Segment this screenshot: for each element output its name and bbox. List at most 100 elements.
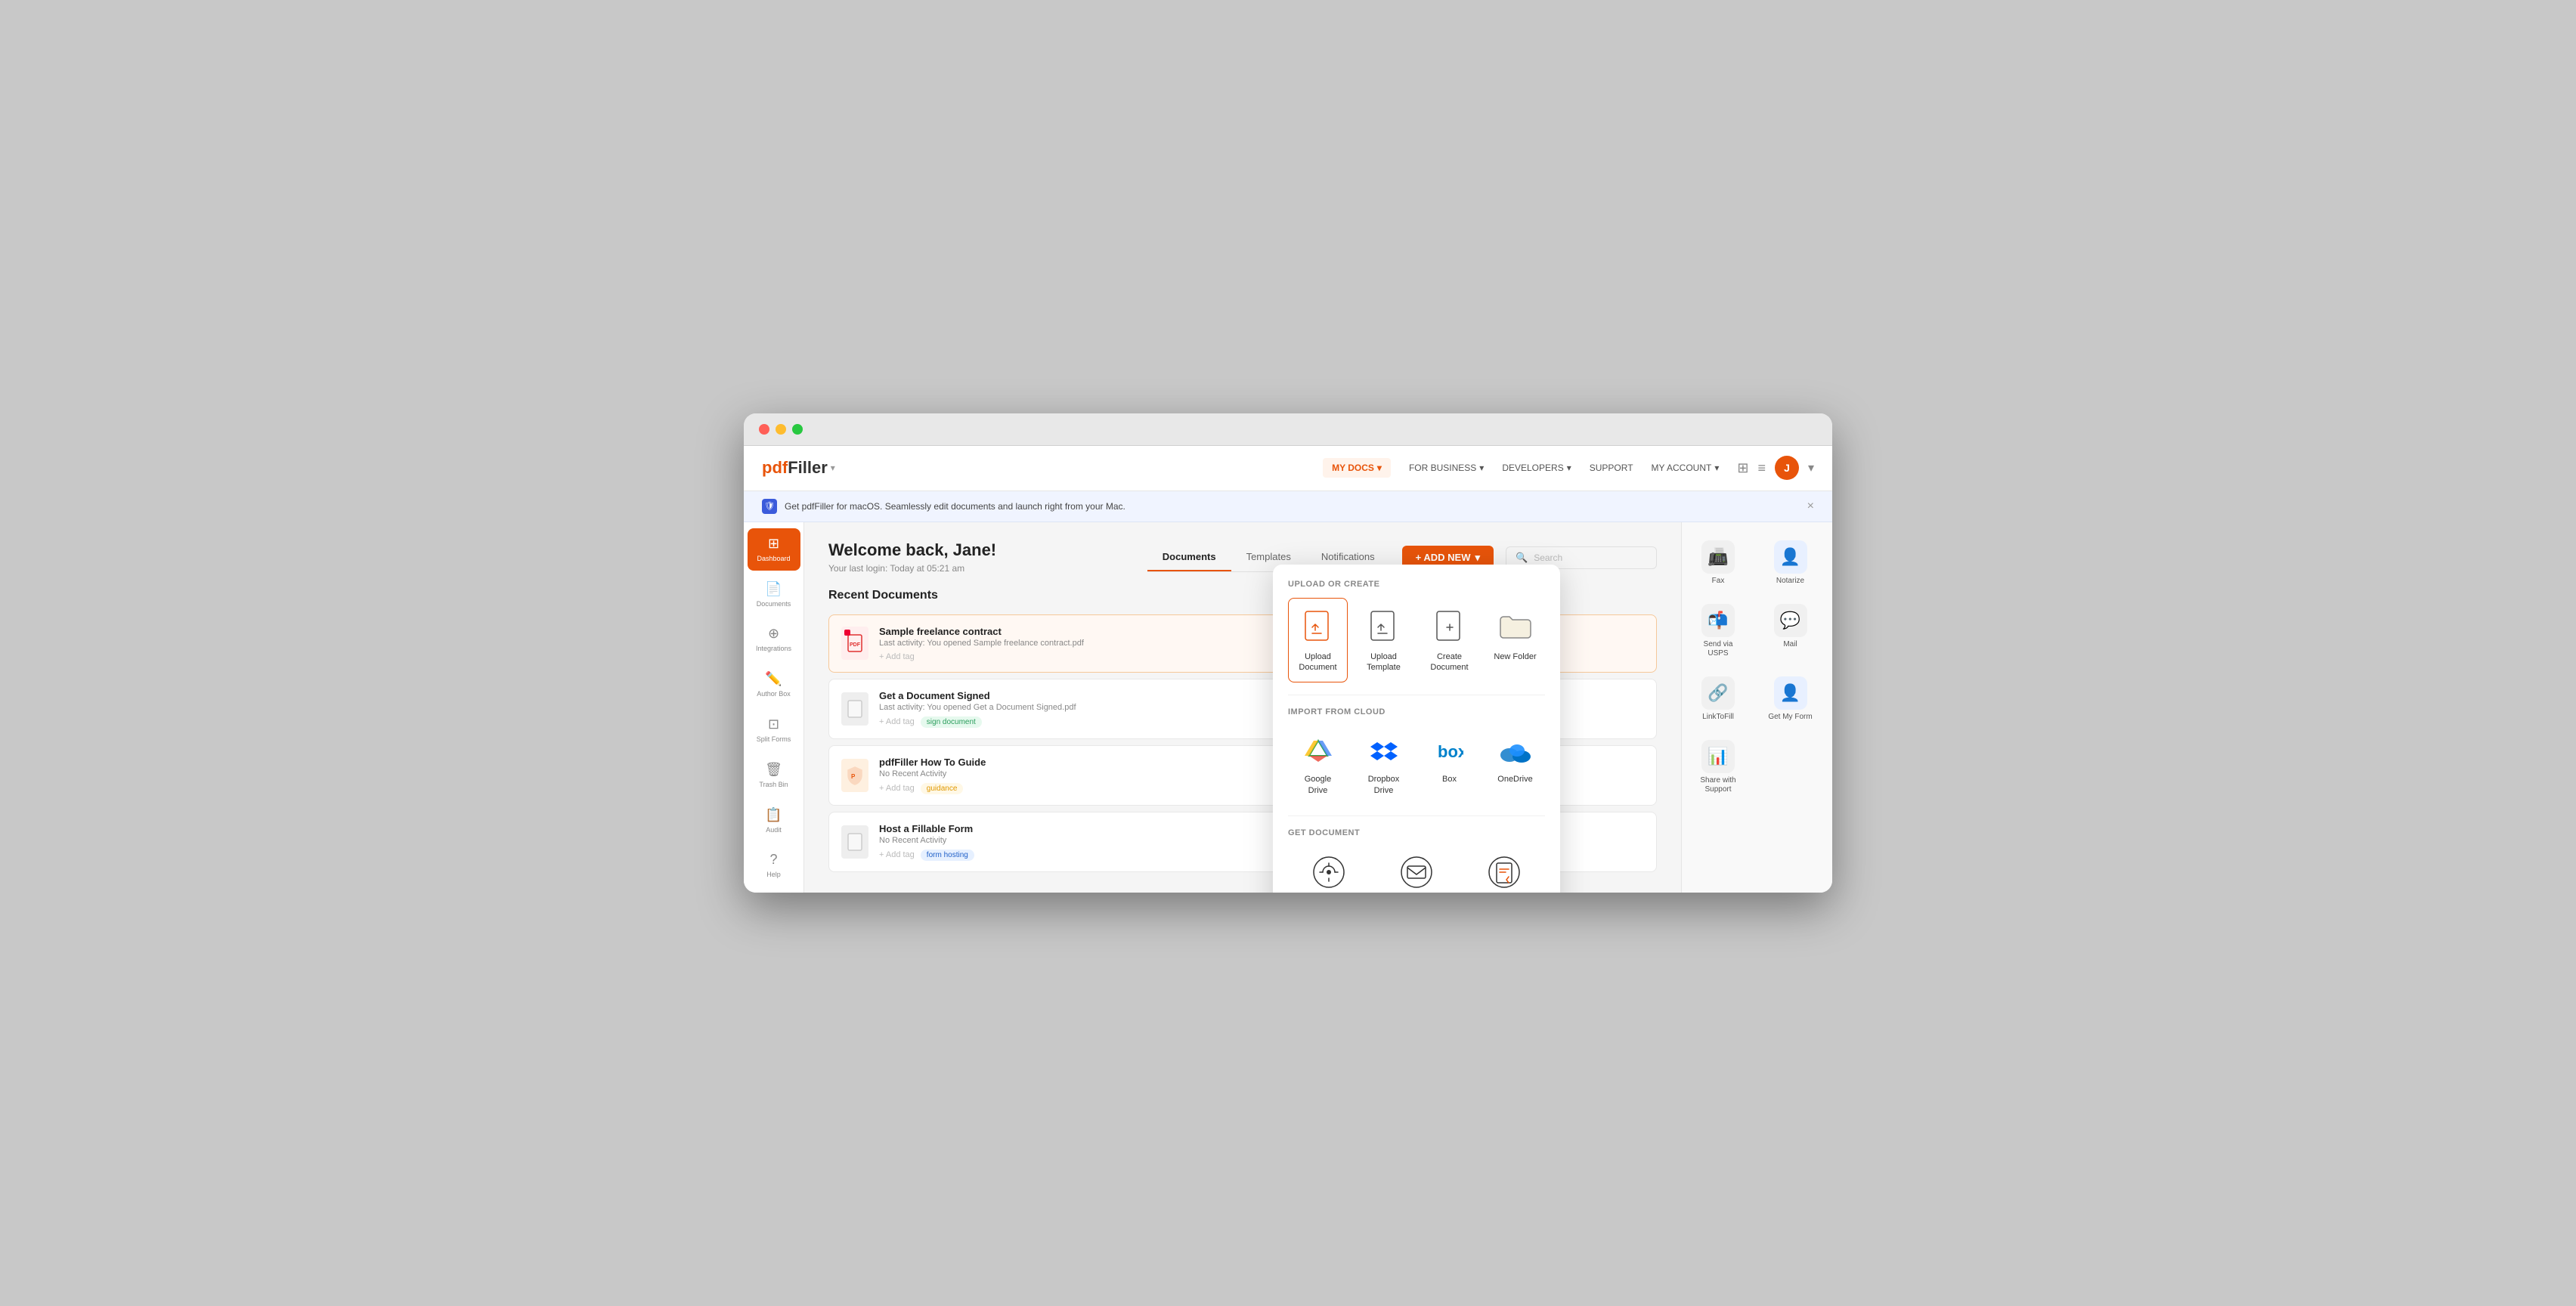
dropbox-label: Dropbox Drive bbox=[1360, 774, 1407, 796]
logo[interactable]: pdfFiller ▾ bbox=[762, 458, 835, 478]
sidebar-item-integrations[interactable]: ⊕ Integrations bbox=[748, 618, 800, 661]
nav-developers-label: DEVELOPERS bbox=[1502, 463, 1563, 473]
cloud-box[interactable]: box Box bbox=[1420, 726, 1479, 803]
nav-my-account[interactable]: MY ACCOUNT ▾ bbox=[1652, 463, 1720, 473]
rp-send-usps[interactable]: 📬 Send via USPS bbox=[1688, 598, 1748, 664]
nav-for-business-arrow: ▾ bbox=[1479, 463, 1484, 473]
help-icon: ? bbox=[769, 852, 777, 868]
nav-my-account-arrow: ▾ bbox=[1714, 463, 1719, 473]
dropdown-upload-document[interactable]: Upload Document bbox=[1288, 598, 1348, 683]
cloud-grid: Google Drive Dropbox Drive bbox=[1288, 726, 1545, 803]
logo-dropdown-icon[interactable]: ▾ bbox=[831, 463, 835, 473]
sidebar-item-trash-bin[interactable]: 🗑 Trash Bin bbox=[748, 754, 800, 797]
sidebar-item-documents[interactable]: 📄 Documents bbox=[748, 574, 800, 616]
rp-linktofill[interactable]: 🔗 LinkToFill bbox=[1688, 670, 1748, 728]
last-login: Your last login: Today at 05:21 am bbox=[828, 563, 996, 574]
integrations-icon: ⊕ bbox=[768, 626, 779, 642]
tag-link-0[interactable]: + Add tag bbox=[879, 652, 915, 661]
cloud-onedrive[interactable]: OneDrive bbox=[1485, 726, 1545, 803]
audit-icon: 📋 bbox=[765, 807, 782, 823]
avatar[interactable]: J bbox=[1775, 456, 1799, 480]
onedrive-label: OneDrive bbox=[1497, 774, 1532, 785]
dropbox-icon bbox=[1366, 733, 1402, 769]
minimize-button[interactable] bbox=[776, 424, 786, 435]
get-url-icon bbox=[1311, 854, 1347, 890]
google-drive-icon bbox=[1300, 733, 1336, 769]
upload-document-label: Upload Document bbox=[1295, 651, 1341, 673]
welcome-header: Welcome back, Jane! Your last login: Tod… bbox=[828, 540, 996, 574]
rp-get-my-form[interactable]: 👤 Get My Form bbox=[1760, 670, 1821, 728]
nav-avatar-arrow[interactable]: ▾ bbox=[1808, 460, 1814, 475]
onedrive-icon bbox=[1497, 733, 1534, 769]
sidebar-label-integrations: Integrations bbox=[756, 645, 791, 653]
browser-titlebar bbox=[744, 413, 1832, 446]
nav-my-docs-label: MY DOCS bbox=[1332, 463, 1374, 473]
banner-close-button[interactable]: × bbox=[1807, 500, 1814, 513]
right-panel-grid: 📠 Fax 👤 Notarize 📬 Send via USPS 💬 Mail bbox=[1688, 534, 1826, 800]
grid-icon[interactable]: ⊞ bbox=[1737, 460, 1748, 476]
fax-icon: 📠 bbox=[1701, 540, 1735, 574]
notarize-icon: 👤 bbox=[1774, 540, 1807, 574]
sidebar-item-split-forms[interactable]: ⊡ Split Forms bbox=[748, 709, 800, 751]
dropdown-new-folder[interactable]: New Folder bbox=[1485, 598, 1545, 683]
nav-my-docs[interactable]: MY DOCS ▾ bbox=[1323, 458, 1391, 478]
sidebar-item-audit[interactable]: 📋 Audit bbox=[748, 800, 800, 842]
fullscreen-button[interactable] bbox=[792, 424, 803, 435]
tag-badge-3: form hosting bbox=[921, 850, 974, 861]
search-icon: 🔍 bbox=[1516, 552, 1528, 564]
banner: 🛡 Get pdfFiller for macOS. Seamlessly ed… bbox=[744, 491, 1832, 522]
divider-2 bbox=[1288, 815, 1545, 816]
cloud-dropbox[interactable]: Dropbox Drive bbox=[1354, 726, 1413, 803]
request-document[interactable]: Request document bbox=[1463, 846, 1545, 893]
rp-fax[interactable]: 📠 Fax bbox=[1688, 534, 1748, 592]
get-doc-grid: Get from URL Get from emai bbox=[1288, 846, 1545, 893]
rp-share-support[interactable]: 📊 Share with Support bbox=[1688, 734, 1748, 800]
upload-document-icon bbox=[1302, 608, 1335, 647]
tag-link-1[interactable]: + Add tag bbox=[879, 717, 915, 726]
nav-developers[interactable]: DEVELOPERS ▾ bbox=[1502, 463, 1571, 473]
sidebar-label-documents: Documents bbox=[757, 600, 791, 608]
dropdown-upload-template[interactable]: Upload Template bbox=[1354, 598, 1413, 683]
tab-documents[interactable]: Documents bbox=[1147, 543, 1231, 571]
get-email-icon bbox=[1398, 854, 1435, 890]
nav-support[interactable]: SUPPORT bbox=[1590, 463, 1633, 473]
dropdown-panel: UPLOAD OR CREATE Upload Docu bbox=[1273, 565, 1560, 893]
sidebar-label-audit: Audit bbox=[766, 826, 782, 834]
get-my-form-icon: 👤 bbox=[1774, 676, 1807, 710]
split-forms-icon: ⊡ bbox=[768, 716, 779, 732]
upload-template-label: Upload Template bbox=[1361, 651, 1407, 673]
nav-for-business[interactable]: FOR BUSINESS ▾ bbox=[1409, 463, 1484, 473]
sidebar-label-dashboard: Dashboard bbox=[757, 555, 790, 563]
nav-icon-group: ⊞ ≡ J ▾ bbox=[1737, 456, 1814, 480]
content-area: Welcome back, Jane! Your last login: Tod… bbox=[804, 522, 1681, 893]
get-from-email[interactable]: Get from email bbox=[1376, 846, 1457, 893]
rp-mail[interactable]: 💬 Mail bbox=[1760, 598, 1821, 664]
get-from-url[interactable]: Get from URL bbox=[1288, 846, 1370, 893]
new-folder-label: New Folder bbox=[1494, 651, 1536, 662]
doc-thumb-3 bbox=[841, 825, 868, 859]
tag-link-2[interactable]: + Add tag bbox=[879, 784, 915, 793]
search-placeholder: Search bbox=[1534, 552, 1562, 563]
upload-create-grid: Upload Document Upload Tem bbox=[1288, 598, 1545, 683]
sidebar-item-help[interactable]: ? Help bbox=[748, 844, 800, 887]
dropdown-create-document[interactable]: Create Document bbox=[1420, 598, 1479, 683]
get-document-title: GET DOCUMENT bbox=[1288, 828, 1545, 837]
sidebar-item-dashboard[interactable]: ⊞ Dashboard bbox=[748, 528, 800, 571]
create-document-icon bbox=[1433, 608, 1466, 647]
rp-notarize[interactable]: 👤 Notarize bbox=[1760, 534, 1821, 592]
sidebar-item-author-box[interactable]: ✏️ Author Box bbox=[748, 664, 800, 706]
upload-template-icon bbox=[1367, 608, 1401, 647]
tag-badge-2: guidance bbox=[921, 783, 964, 794]
mail-label: Mail bbox=[1783, 640, 1797, 649]
fax-label: Fax bbox=[1712, 577, 1725, 586]
sidebar: ⊞ Dashboard 📄 Documents ⊕ Integrations ✏… bbox=[744, 522, 804, 893]
welcome-title: Welcome back, Jane! bbox=[828, 540, 996, 560]
tag-badge-1: sign document bbox=[921, 716, 982, 728]
add-new-dropdown-icon: ▾ bbox=[1475, 552, 1480, 564]
svg-text:PDF: PDF bbox=[850, 642, 861, 648]
banner-text: Get pdfFiller for macOS. Seamlessly edit… bbox=[785, 501, 1125, 512]
tag-link-3[interactable]: + Add tag bbox=[879, 850, 915, 859]
cloud-google-drive[interactable]: Google Drive bbox=[1288, 726, 1348, 803]
list-icon[interactable]: ≡ bbox=[1757, 460, 1766, 476]
close-button[interactable] bbox=[759, 424, 769, 435]
